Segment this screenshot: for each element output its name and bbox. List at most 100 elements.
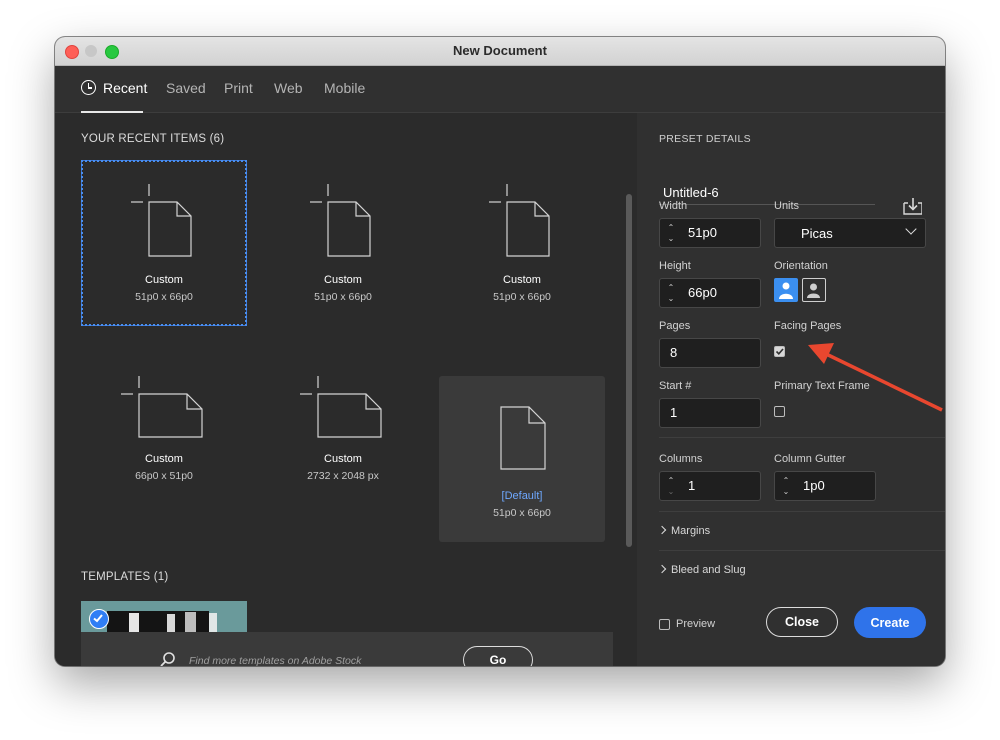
height-stepper[interactable]: ⌃ ⌄ [664, 282, 678, 304]
stepper-down-icon: ⌄ [667, 487, 675, 496]
stock-search-input[interactable] [185, 649, 461, 666]
tab-mobile[interactable]: Mobile [324, 80, 365, 96]
divider [659, 437, 945, 438]
tab-print[interactable]: Print [224, 80, 253, 96]
units-value: Picas [801, 226, 833, 241]
preset-details-heading: PRESET DETAILS [659, 133, 751, 145]
stepper-up-icon: ⌃ [667, 476, 675, 485]
stepper-up-icon: ⌃ [667, 223, 675, 232]
recent-items-count: (6) [209, 133, 225, 145]
recent-item-size: 51p0 x 66p0 [314, 291, 372, 303]
go-button[interactable]: Go [463, 646, 533, 666]
column-gutter-stepper[interactable]: ⌃ ⌄ [779, 475, 793, 497]
bleed-slug-disclosure[interactable]: Bleed and Slug [657, 564, 746, 576]
recent-item-size: 66p0 x 51p0 [135, 470, 193, 482]
recent-item-card[interactable]: Custom 2732 x 2048 px [260, 339, 426, 505]
clock-icon [81, 80, 96, 95]
start-number-input[interactable] [670, 405, 730, 420]
width-input[interactable] [688, 225, 748, 240]
new-document-dialog: New Document Recent Saved Print Web Mobi… [55, 37, 945, 666]
start-number-label: Start # [659, 380, 692, 392]
save-preset-icon[interactable] [902, 196, 922, 216]
create-button[interactable]: Create [854, 607, 926, 638]
pages-input[interactable] [670, 345, 730, 360]
pages-label: Pages [659, 320, 691, 332]
default-preset-card[interactable]: [Default] 51p0 x 66p0 [439, 376, 605, 542]
stepper-up-icon: ⌃ [782, 476, 790, 485]
height-label: Height [659, 260, 691, 272]
chevron-right-icon [657, 564, 667, 574]
tab-recent[interactable]: Recent [81, 80, 147, 96]
landscape-orientation-button[interactable] [802, 278, 826, 302]
start-number-field [659, 398, 761, 428]
columns-field: ⌃ ⌄ [659, 471, 761, 501]
checkmark-icon [775, 348, 784, 355]
chevron-down-icon [905, 223, 917, 235]
columns-stepper[interactable]: ⌃ ⌄ [664, 475, 678, 497]
recent-item-card[interactable]: Custom 66p0 x 51p0 [81, 339, 247, 505]
columns-input[interactable] [688, 478, 748, 493]
recent-item-size: 51p0 x 66p0 [135, 291, 193, 303]
recent-item-name: Custom [324, 453, 362, 465]
stock-search-bar: Go [81, 632, 613, 666]
tab-saved[interactable]: Saved [166, 80, 206, 96]
primary-text-frame-label: Primary Text Frame [774, 380, 870, 392]
bleed-slug-label: Bleed and Slug [671, 564, 746, 576]
chevron-right-icon [657, 525, 667, 535]
preview-label: Preview [676, 618, 716, 630]
preset-tabs: Recent Saved Print Web Mobile [55, 66, 945, 113]
facing-pages-label: Facing Pages [774, 320, 842, 332]
margins-disclosure[interactable]: Margins [657, 525, 711, 537]
units-select[interactable]: Picas [774, 218, 926, 248]
facing-pages-checkbox[interactable] [774, 346, 785, 357]
recent-item-size: 2732 x 2048 px [307, 470, 379, 482]
tab-web[interactable]: Web [274, 80, 303, 96]
stepper-down-icon: ⌄ [667, 234, 675, 243]
recent-item-card[interactable]: Custom 51p0 x 66p0 [260, 160, 426, 326]
person-portrait-icon [779, 282, 793, 299]
margins-label: Margins [671, 525, 711, 537]
stepper-down-icon: ⌄ [667, 294, 675, 303]
column-gutter-field: ⌃ ⌄ [774, 471, 876, 501]
height-input[interactable] [688, 285, 748, 300]
preset-details-panel: PRESET DETAILS Width Units ⌃⌄ Picas Heig… [637, 113, 945, 666]
recent-item-card[interactable]: Custom 51p0 x 66p0 [81, 160, 247, 326]
recent-item-size: 51p0 x 66p0 [493, 291, 551, 303]
recent-item-name: Custom [145, 274, 183, 286]
column-gutter-input[interactable] [803, 478, 863, 493]
recent-item-name: Custom [145, 453, 183, 465]
recent-item-name: Custom [324, 274, 362, 286]
column-gutter-label: Column Gutter [774, 453, 846, 465]
divider [659, 550, 945, 551]
checkmark-icon [89, 609, 109, 629]
primary-text-frame-checkbox[interactable] [774, 406, 785, 417]
stepper-down-icon: ⌄ [782, 487, 790, 496]
stepper-up-icon: ⌃ [667, 283, 675, 292]
divider [659, 511, 945, 512]
presets-panel: YOUR RECENT ITEMS (6) Custom 51p0 x 66p0… [55, 113, 637, 666]
orientation-label: Orientation [774, 260, 828, 272]
units-label: Units [774, 200, 800, 212]
document-name-input[interactable] [659, 180, 875, 205]
width-label: Width [659, 200, 688, 212]
scrollbar[interactable] [626, 194, 632, 547]
person-landscape-icon [807, 283, 820, 298]
columns-label: Columns [659, 453, 703, 465]
close-button[interactable]: Close [766, 607, 838, 637]
portrait-orientation-button[interactable] [774, 278, 798, 302]
recent-item-name: Custom [503, 274, 541, 286]
height-field: ⌃ ⌄ [659, 278, 761, 308]
recent-items-heading: YOUR RECENT ITEMS (6) [81, 133, 225, 145]
window-title: New Document [453, 43, 547, 58]
recent-item-name: [Default] [501, 490, 543, 502]
pages-field [659, 338, 761, 368]
title-bar: New Document [55, 37, 945, 66]
width-field: ⌃ ⌄ [659, 218, 761, 248]
templates-count: (1) [153, 571, 169, 583]
recent-item-size: 51p0 x 66p0 [493, 507, 551, 519]
templates-heading: TEMPLATES (1) [81, 571, 169, 583]
width-stepper[interactable]: ⌃ ⌄ [664, 222, 678, 244]
recent-item-card[interactable]: Custom 51p0 x 66p0 [439, 160, 605, 326]
preview-checkbox[interactable] [659, 619, 670, 630]
search-icon [160, 652, 175, 666]
